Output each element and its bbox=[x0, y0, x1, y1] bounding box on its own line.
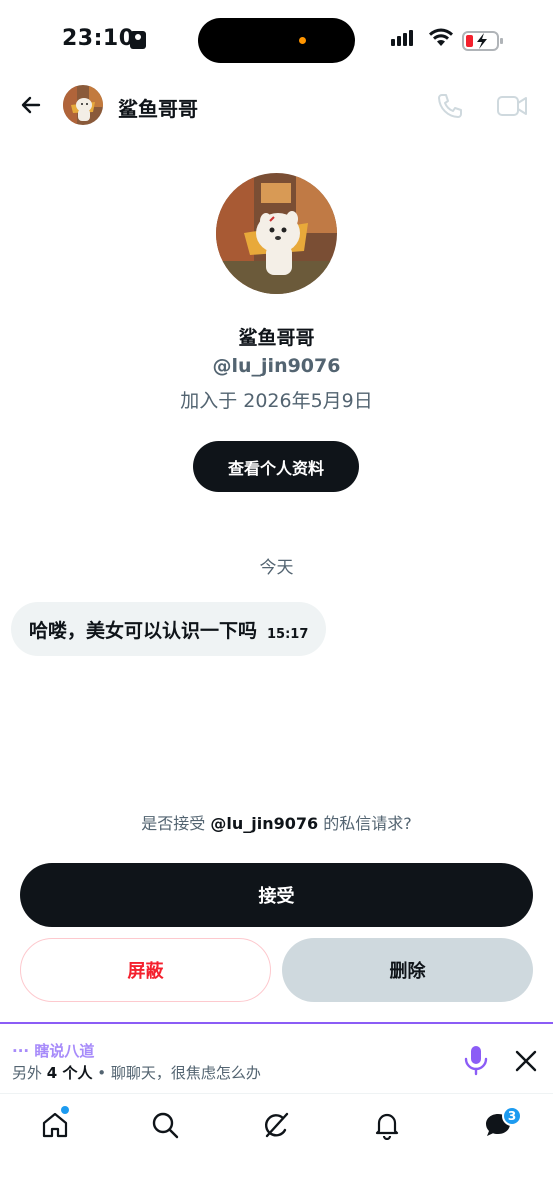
nav-notifications[interactable] bbox=[370, 1108, 404, 1142]
header-title[interactable]: 鲨鱼哥哥 bbox=[118, 93, 198, 122]
close-banner-button[interactable] bbox=[513, 1048, 539, 1074]
voice-call-button[interactable] bbox=[434, 90, 466, 122]
status-time: 23:10 bbox=[62, 26, 135, 51]
microphone-icon bbox=[464, 1046, 488, 1076]
message-time: 15:17 bbox=[267, 626, 309, 642]
arrow-left-icon bbox=[21, 96, 41, 114]
recording-indicator-icon bbox=[299, 37, 306, 44]
home-icon bbox=[42, 1112, 68, 1138]
phone-icon bbox=[438, 94, 462, 118]
nav-search[interactable] bbox=[148, 1108, 182, 1142]
spaces-title: ··· 瞎说八道 bbox=[12, 1042, 95, 1060]
prompt-suffix: 的私信请求? bbox=[323, 814, 412, 833]
view-profile-button[interactable]: 查看个人资料 bbox=[193, 441, 359, 492]
conversation-header: 鲨鱼哥哥 bbox=[0, 80, 553, 132]
profile-handle: @lu_jin9076 bbox=[212, 355, 341, 377]
close-icon bbox=[515, 1050, 537, 1072]
video-call-button[interactable] bbox=[494, 90, 530, 122]
delete-button[interactable]: 删除 bbox=[282, 938, 533, 1002]
back-button[interactable] bbox=[14, 88, 48, 122]
spaces-subtitle: 另外 4 个人 • 聊聊天，很焦虑怎么办 bbox=[12, 1062, 261, 1083]
block-button[interactable]: 屏蔽 bbox=[20, 938, 271, 1002]
profile-avatar[interactable] bbox=[216, 173, 337, 294]
profile-name: 鲨鱼哥哥 bbox=[238, 327, 315, 349]
spaces-subtitle-prefix: 另外 bbox=[12, 1064, 43, 1082]
home-unread-dot bbox=[61, 1106, 69, 1114]
video-camera-icon bbox=[497, 96, 527, 116]
cellular-signal-icon bbox=[391, 30, 413, 46]
wifi-icon bbox=[429, 28, 453, 46]
dynamic-island bbox=[198, 18, 355, 63]
accept-button[interactable]: 接受 bbox=[20, 863, 533, 927]
spaces-listener-count: 4 个人 bbox=[46, 1064, 93, 1082]
date-separator: 今天 bbox=[259, 558, 294, 578]
message-request-prompt: 是否接受 @lu_jin9076 的私信请求? bbox=[0, 810, 553, 834]
message-bubble[interactable]: 哈喽，美女可以认识一下吗 15:17 bbox=[11, 602, 327, 656]
bottom-navigation bbox=[0, 1096, 553, 1160]
profile-joined-date: 加入于 2026年5月9日 bbox=[180, 390, 373, 412]
search-icon bbox=[152, 1112, 179, 1139]
prompt-prefix: 是否接受 bbox=[141, 814, 206, 833]
spaces-banner[interactable]: ··· 瞎说八道 另外 4 个人 • 聊聊天，很焦虑怎么办 bbox=[0, 1022, 553, 1094]
grok-icon bbox=[264, 1112, 289, 1138]
bell-icon bbox=[375, 1113, 399, 1140]
status-bar: 23:10 bbox=[0, 0, 553, 80]
nav-grok[interactable] bbox=[259, 1108, 293, 1142]
battery-charging-icon bbox=[462, 31, 503, 51]
message-text: 哈喽，美女可以认识一下吗 bbox=[29, 619, 258, 642]
microphone-button[interactable] bbox=[462, 1044, 490, 1076]
prompt-handle: @lu_jin9076 bbox=[210, 814, 319, 833]
spaces-subtitle-suffix: • 聊聊天，很焦虑怎么办 bbox=[97, 1064, 261, 1082]
id-badge-icon bbox=[130, 31, 146, 49]
avatar[interactable] bbox=[63, 85, 103, 125]
messages-badge: 3 bbox=[502, 1106, 522, 1126]
